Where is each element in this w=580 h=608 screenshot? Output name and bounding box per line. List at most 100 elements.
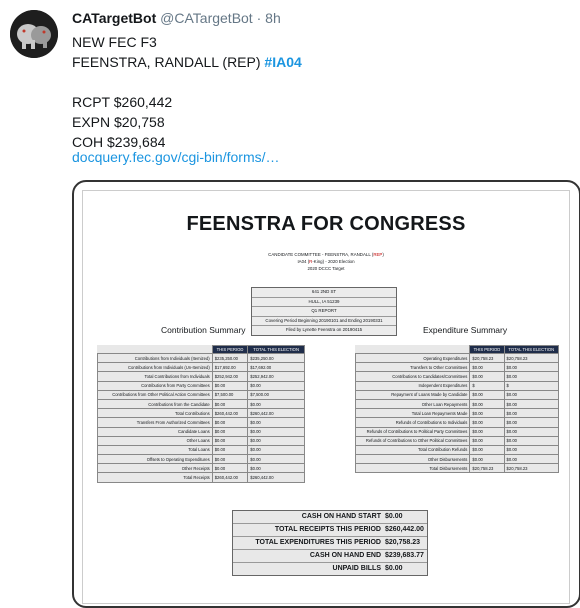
table-row: Transfers From Authorized Committees $0.0… xyxy=(97,417,305,428)
cash-row: UNPAID BILLS $0.00 xyxy=(233,563,427,575)
table-row: Transfers to Other Committees $0.00 $0.00 xyxy=(354,362,560,373)
row-label: Contributions from Party Committees xyxy=(97,380,213,391)
row-label: Total Loans xyxy=(97,444,213,456)
row-label: Other Loans xyxy=(97,435,213,446)
expenditure-summary-title: Expenditure Summary xyxy=(423,325,508,335)
cand-party: REP xyxy=(373,252,383,257)
display-name[interactable]: CATargetBot xyxy=(72,10,156,26)
table-header-row: THIS PERIOD TOTAL THIS ELECTION xyxy=(356,345,560,354)
row-label: Contributions from Individuals (Itemized… xyxy=(97,352,213,364)
expn-line: EXPN $20,758 xyxy=(72,114,165,130)
cash-label: TOTAL EXPENDITURES THIS PERIOD xyxy=(255,539,381,546)
candidate-info: CANDIDATE COMMITTEE - FEENSTRA, RANDALL … xyxy=(83,251,569,272)
expenditure-table: THIS PERIOD TOTAL THIS ELECTION Operatin… xyxy=(354,345,560,474)
row-label: Contributions from the Candidate xyxy=(97,398,213,410)
report-image: FEENSTRA FOR CONGRESS CANDIDATE COMMITTE… xyxy=(82,190,570,604)
table-row: Operating Expenditures $20,758.23 $20,758.… xyxy=(354,352,560,364)
this-period-value: $0.00 xyxy=(469,426,505,437)
cash-value: $20,758.23 xyxy=(385,539,421,546)
row-label: Contributions to Candidates/Committees xyxy=(354,371,471,382)
row-label: Independent Expenditures xyxy=(354,380,471,391)
this-election-value: $0.00 xyxy=(247,435,305,446)
row-label: Candidate Loans xyxy=(97,426,213,437)
this-period-value: $0.00 xyxy=(469,389,505,400)
table-row: Total Contributions $260,442.00 $260,442.0… xyxy=(97,408,305,419)
this-election-value: $260,442.00 xyxy=(247,408,305,419)
this-period-value: $0.00 xyxy=(469,362,505,373)
fec-link[interactable]: docquery.fec.gov/cgi-bin/forms/… xyxy=(72,149,280,165)
table-row: Total Contribution Refunds $0.00 $0.00 xyxy=(354,444,560,456)
table-row: Contributions from Individuals (Un-Itemi… xyxy=(97,362,305,373)
row-label: Total Loan Repayments Made xyxy=(354,408,471,419)
this-period-value: $0.00 xyxy=(211,380,249,391)
row-label: Transfers From Authorized Committees xyxy=(97,417,213,428)
this-period-value: $260,442.00 xyxy=(211,408,249,419)
this-election-value: $20,758.23 xyxy=(503,352,560,364)
table-row: Total Loans $0.00 $0.00 xyxy=(97,444,305,456)
blank-header xyxy=(356,346,470,354)
row-label: Other Disbursements xyxy=(354,454,471,465)
row-label: Repayment of Loans Made by Candidate xyxy=(354,389,471,400)
table-row: Other Receipts $0.00 $0.00 xyxy=(97,463,305,474)
col-this-period: THIS PERIOD xyxy=(211,345,249,354)
this-election-value: $0.00 xyxy=(503,371,560,382)
row-label: Other Receipts xyxy=(97,463,213,474)
this-period-value: $0.00 xyxy=(211,435,249,446)
this-period-value: $0.00 xyxy=(211,417,249,428)
this-election-value: $0.00 xyxy=(503,362,560,373)
this-election-value: $ xyxy=(503,380,560,391)
cash-label: CASH ON HAND END xyxy=(309,552,381,559)
row-label: Total Disbursements xyxy=(354,463,471,474)
cash-value: $239,683.77 xyxy=(385,552,424,559)
row-label: Total Contributions xyxy=(97,408,213,419)
table-row: Independent Expenditures $ $ xyxy=(354,380,560,391)
elephant-avatar-icon xyxy=(10,10,58,58)
this-election-value: $0.00 xyxy=(247,444,305,456)
table-row: Contributions from the Candidate $0.00 $0.… xyxy=(97,398,305,410)
row-label: Total Contribution Refunds xyxy=(354,444,471,456)
address-line: 641 2ND ST xyxy=(252,288,396,298)
district-prefix: IA04 ( xyxy=(297,259,310,264)
table-row: Contributions from Party Committees $0.00… xyxy=(97,380,305,391)
this-election-value: $0.00 xyxy=(503,389,560,400)
this-period-value: $0.00 xyxy=(211,463,249,474)
handle[interactable]: @CATargetBot xyxy=(160,10,253,26)
row-label: Refunds of Contributions to Individuals xyxy=(354,417,471,428)
timestamp[interactable]: 8h xyxy=(265,10,281,26)
blank-header xyxy=(98,346,213,354)
cash-value: $0.00 xyxy=(385,513,403,520)
row-label: Contributions from Individuals (Un-Itemi… xyxy=(97,362,213,373)
media-card[interactable]: FEENSTRA FOR CONGRESS CANDIDATE COMMITTE… xyxy=(72,180,580,608)
table-row: Refunds of Contributions to Political Pa… xyxy=(354,426,560,437)
row-label: Other Loan Repayments xyxy=(354,398,471,410)
this-election-value: $235,250.00 xyxy=(247,352,305,364)
this-election-value: $0.00 xyxy=(247,454,305,465)
district-suffix: -King) - 2020 Election xyxy=(312,259,355,264)
this-period-value: $0.00 xyxy=(469,454,505,465)
this-period-value: $0.00 xyxy=(211,398,249,410)
coh-line: COH $239,684 xyxy=(72,134,166,150)
cash-row: TOTAL EXPENDITURES THIS PERIOD $20,758.23 xyxy=(233,537,427,550)
table-row: Total Contributions from Individuals $252… xyxy=(97,371,305,382)
row-label: Refunds of Contributions to Other Politi… xyxy=(354,435,471,446)
hashtag-link[interactable]: #IA04 xyxy=(264,54,301,70)
this-period-value: $ xyxy=(469,380,505,391)
table-row: Refunds of Contributions to Other Politi… xyxy=(354,435,560,446)
table-row: Total Receipts $260,442.00 $260,442.00 xyxy=(97,472,305,483)
avatar[interactable] xyxy=(10,10,58,58)
this-period-value: $235,250.00 xyxy=(211,352,249,364)
row-label: Total Receipts xyxy=(97,472,213,483)
cash-value: $260,442.00 xyxy=(385,526,424,533)
this-election-value: $0.00 xyxy=(503,444,560,456)
tweet-header: CATargetBot @CATargetBot · 8h xyxy=(72,10,281,26)
this-period-value: $0.00 xyxy=(469,371,505,382)
this-period-value: $260,442.00 xyxy=(211,472,249,483)
cash-summary: CASH ON HAND START $0.00 TOTAL RECEIPTS TH… xyxy=(232,510,428,576)
report-title: FEENSTRA FOR CONGRESS xyxy=(186,213,466,235)
this-period-value: $0.00 xyxy=(211,426,249,437)
row-label: Operating Expenditures xyxy=(354,352,471,364)
this-election-value: $0.00 xyxy=(247,463,305,474)
this-period-value: $20,758.23 xyxy=(469,352,505,364)
address-line: Filed by Lynette Feenstra on 20190415 xyxy=(285,327,363,332)
address-line: Covering Period Beginning 20190101 and E… xyxy=(252,317,396,326)
